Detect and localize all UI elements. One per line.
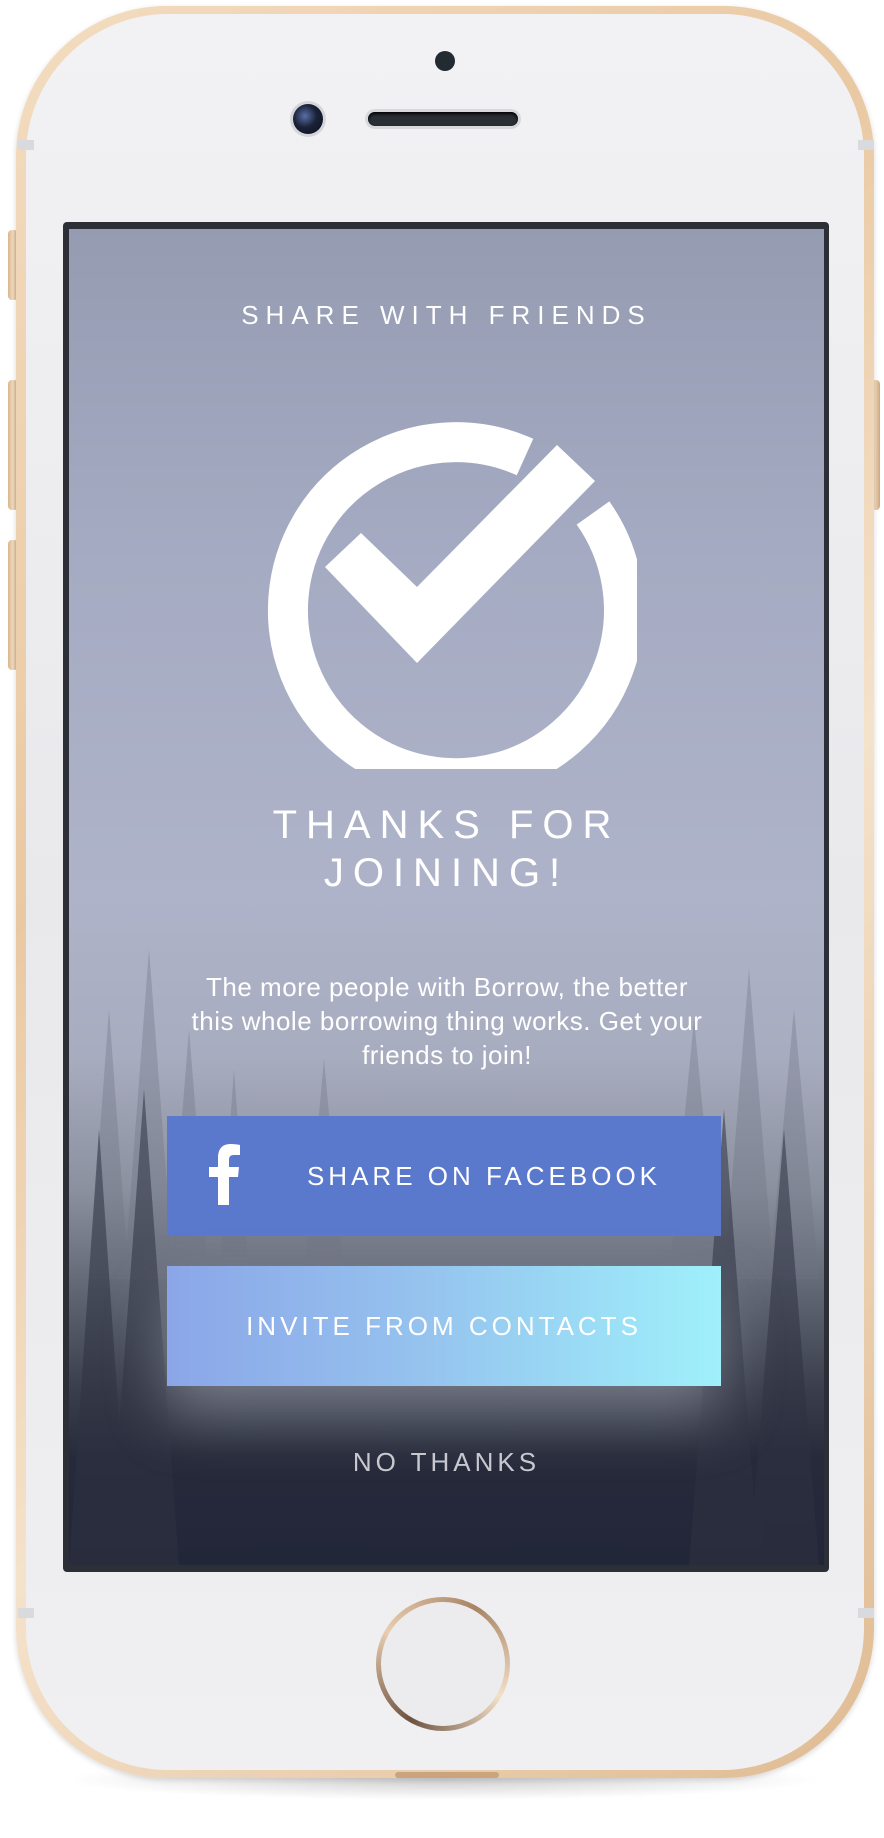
app-screen: SHARE WITH FRIENDS THANKS FOR JOINING! T…	[69, 229, 824, 1565]
share-facebook-label: SHARE ON FACEBOOK	[306, 1161, 662, 1191]
invite-description: The more people with Borrow, the better …	[191, 972, 703, 1070]
invite-contacts-button[interactable]: INVITE FROM CONTACTS	[167, 1266, 721, 1386]
home-button-face	[381, 1602, 505, 1726]
lightning-port	[395, 1772, 499, 1778]
home-button[interactable]	[376, 1597, 510, 1731]
thanks-heading: THANKS FOR JOINING!	[272, 803, 621, 895]
device-mockup: SHARE WITH FRIENDS THANKS FOR JOINING! T…	[0, 0, 884, 1838]
facebook-icon	[209, 1144, 240, 1205]
screen-title: SHARE WITH FRIENDS	[241, 300, 652, 330]
proximity-sensor	[435, 51, 455, 71]
check-circle-icon	[267, 422, 637, 769]
share-facebook-button[interactable]: SHARE ON FACEBOOK	[167, 1116, 721, 1236]
invite-contacts-label: INVITE FROM CONTACTS	[246, 1311, 642, 1341]
antenna-line	[18, 140, 34, 150]
earpiece-speaker	[368, 112, 518, 126]
antenna-line	[858, 140, 874, 150]
antenna-line	[18, 1608, 34, 1618]
antenna-line	[858, 1608, 874, 1618]
no-thanks-link[interactable]: NO THANKS	[69, 1447, 824, 1478]
front-camera-icon	[293, 104, 323, 134]
